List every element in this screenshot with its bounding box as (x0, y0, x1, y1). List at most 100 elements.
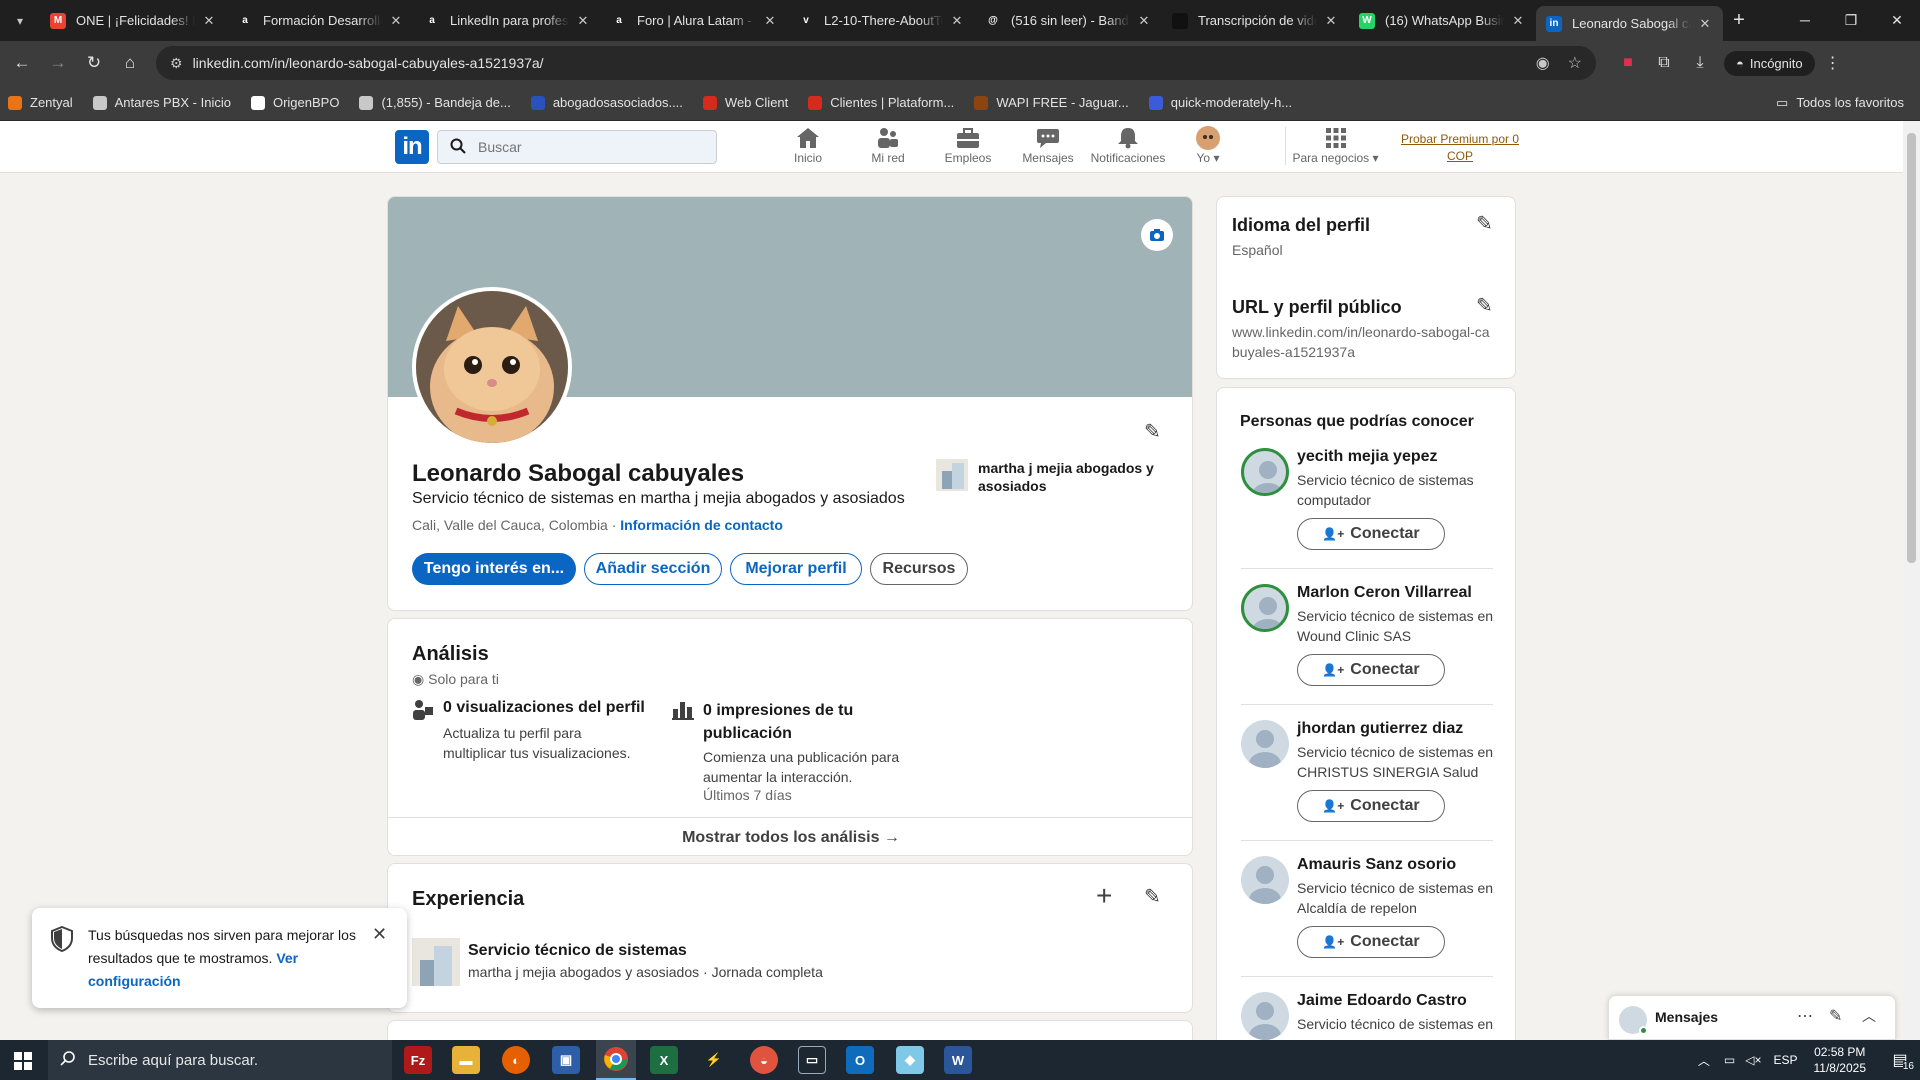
close-window-button[interactable]: ✕ (1874, 12, 1920, 29)
close-tab-icon[interactable]: ✕ (1510, 13, 1526, 29)
nav-item-briefcase[interactable]: Empleos (928, 127, 1008, 165)
browser-tab[interactable]: W (16) WhatsApp Busin ✕ (1349, 0, 1536, 41)
nav-item-avatar[interactable]: Yo ▾ (1168, 126, 1248, 165)
close-tab-icon[interactable]: ✕ (201, 13, 217, 29)
bookmark-item[interactable]: abogadosasociados.... (530, 95, 683, 110)
avatar[interactable] (1241, 856, 1289, 904)
app-icon[interactable]: ▭ (798, 1046, 826, 1074)
app-icon[interactable]: ◆ (896, 1046, 924, 1074)
close-tab-icon[interactable]: ✕ (762, 13, 778, 29)
connect-button[interactable]: 👤+ Conectar (1297, 790, 1445, 822)
tracking-protection-icon[interactable]: ◉ (1536, 53, 1550, 73)
app-icon[interactable]: ⚡ (700, 1046, 728, 1074)
clock[interactable]: 02:58 PM 11/8/2025 (1814, 1044, 1867, 1076)
browser-tab[interactable]: @ (516 sin leer) - Bande ✕ (975, 0, 1162, 41)
close-tab-icon[interactable]: ✕ (575, 13, 591, 29)
tab-search-button[interactable]: ▾ (0, 0, 40, 41)
forward-button[interactable]: → (40, 53, 76, 73)
close-tab-icon[interactable]: ✕ (949, 13, 965, 29)
messaging-more-icon[interactable]: ⋯ (1797, 1006, 1813, 1026)
browser-tab[interactable]: Transcripción de vide ✕ (1162, 0, 1349, 41)
search-input[interactable] (478, 139, 698, 155)
nav-item-network[interactable]: Mi red (848, 127, 928, 165)
volume-icon[interactable]: ◁× (1745, 1053, 1761, 1067)
bookmark-item[interactable]: Clientes | Plataform... (808, 95, 954, 110)
close-tab-icon[interactable]: ✕ (1697, 16, 1713, 32)
bookmark-item[interactable]: (1,855) - Bandeja de... (359, 95, 511, 110)
add-experience-icon[interactable]: + (1096, 880, 1112, 912)
file-explorer-icon[interactable]: ▬ (452, 1046, 480, 1074)
compose-message-icon[interactable]: ✎ (1829, 1006, 1842, 1026)
avatar[interactable] (1241, 448, 1289, 496)
person-name[interactable]: yecith mejia yepez (1297, 448, 1438, 466)
network-icon[interactable]: ▭ (1724, 1053, 1735, 1067)
close-tab-icon[interactable]: ✕ (388, 13, 404, 29)
extensions-puzzle-icon[interactable]: ⧉ (1646, 54, 1682, 72)
restore-button[interactable]: ❐ (1828, 12, 1874, 29)
person-name[interactable]: jhordan gutierrez diaz (1297, 720, 1463, 738)
enhance-profile-button[interactable]: Mejorar perfil (730, 553, 862, 585)
avatar[interactable] (1241, 720, 1289, 768)
taskbar-search-box[interactable]: Escribe aquí para buscar. (48, 1040, 392, 1080)
notification-center-icon[interactable]: ▤ 16 (1880, 1040, 1920, 1080)
browser-tab[interactable]: a LinkedIn para profesi ✕ (414, 0, 601, 41)
edit-url-icon[interactable]: ✎ (1476, 293, 1493, 318)
nav-item-grid[interactable]: Para negocios ▾ (1285, 127, 1385, 165)
person-name[interactable]: Jaime Edoardo Castro (1297, 992, 1467, 1010)
input-language[interactable]: ESP (1773, 1053, 1797, 1067)
browser-menu-icon[interactable]: ⋮ (1815, 53, 1851, 73)
search-box[interactable] (437, 130, 717, 164)
profile-photo[interactable] (412, 287, 572, 447)
edit-intro-icon[interactable]: ✎ (1144, 419, 1161, 444)
site-info-icon[interactable]: ⚙ (170, 55, 183, 72)
linkedin-logo[interactable]: in (395, 130, 429, 164)
close-toast-icon[interactable]: ✕ (372, 924, 387, 945)
edit-experience-icon[interactable]: ✎ (1144, 884, 1161, 909)
edit-language-icon[interactable]: ✎ (1476, 211, 1493, 236)
all-bookmarks-folder[interactable]: ▭ Todos los favoritos (1776, 95, 1904, 111)
tray-overflow-icon[interactable]: ︿ (1698, 1052, 1710, 1069)
nav-item-messaging[interactable]: Mensajes (1008, 127, 1088, 165)
scroll-thumb[interactable] (1907, 133, 1916, 563)
bookmark-item[interactable]: Antares PBX - Inicio (92, 95, 231, 110)
close-tab-icon[interactable]: ✕ (1136, 13, 1152, 29)
bookmark-item[interactable]: OrigenBPO (250, 95, 339, 110)
reload-button[interactable]: ↻ (76, 53, 112, 73)
camera-icon[interactable] (1141, 219, 1173, 251)
browser-tab[interactable]: a Foro | Alura Latam - C ✕ (601, 0, 788, 41)
messaging-bar[interactable]: Mensajes ⋯ ✎ ︿ (1608, 995, 1896, 1040)
incognito-indicator[interactable]: ◓ Incógnito (1724, 50, 1815, 76)
address-bar[interactable]: ⚙ linkedin.com/in/leonardo-sabogal-cabuy… (156, 46, 1596, 80)
add-section-button[interactable]: Añadir sección (584, 553, 722, 585)
close-tab-icon[interactable]: ✕ (1323, 13, 1339, 29)
resources-button[interactable]: Recursos (870, 553, 968, 585)
premium-link[interactable]: Probar Premium por 0 COP (1398, 131, 1522, 165)
connect-button[interactable]: 👤+ Conectar (1297, 518, 1445, 550)
page-scrollbar[interactable] (1903, 121, 1920, 1040)
browser-tab[interactable]: v L2-10-There-AboutTo ✕ (788, 0, 975, 41)
filezilla-icon[interactable]: Fz (404, 1046, 432, 1074)
avatar[interactable] (1241, 992, 1289, 1040)
excel-icon[interactable]: X (650, 1046, 678, 1074)
bookmark-item[interactable]: Web Client (702, 95, 788, 110)
bookmark-item[interactable]: quick-moderately-h... (1148, 95, 1292, 110)
current-company[interactable]: martha j mejia abogados y asosiados (936, 459, 1176, 495)
contact-info-link[interactable]: Información de contacto (620, 517, 783, 533)
app-icon[interactable]: ◒ (750, 1046, 778, 1074)
nav-item-home[interactable]: Inicio (768, 127, 848, 165)
extension-icon[interactable]: ■ (1610, 54, 1646, 72)
browser-tab[interactable]: M ONE | ¡Felicidades! Fu ✕ (40, 0, 227, 41)
nav-item-bell[interactable]: Notificaciones (1088, 127, 1168, 165)
word-icon[interactable]: W (944, 1046, 972, 1074)
outlook-icon[interactable]: O (846, 1046, 874, 1074)
back-button[interactable]: ← (4, 53, 40, 73)
downloads-icon[interactable]: ⤓ (1682, 54, 1718, 72)
firefox-icon[interactable]: ◐ (502, 1046, 530, 1074)
app-icon[interactable]: ▣ (552, 1046, 580, 1074)
minimize-button[interactable]: ─ (1782, 12, 1828, 29)
show-all-analytics-link[interactable]: Mostrar todos los análisis → (388, 818, 1192, 855)
browser-tab[interactable]: in Leonardo Sabogal ca ✕ (1536, 6, 1723, 41)
bookmark-item[interactable]: Zentyal (8, 95, 73, 110)
avatar[interactable] (1241, 584, 1289, 632)
windows-start-icon[interactable] (14, 1052, 32, 1075)
